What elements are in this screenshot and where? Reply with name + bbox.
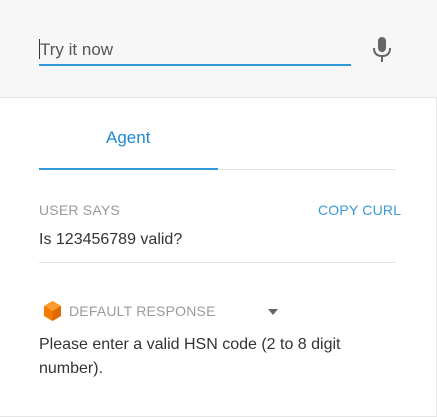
try-it-input[interactable] — [39, 36, 351, 66]
microphone-icon[interactable] — [371, 36, 393, 64]
test-console-panel: Agent USER SAYS COPY CURL Is 123456789 v… — [0, 0, 437, 417]
section-divider — [39, 262, 396, 263]
try-it-bar — [0, 0, 437, 98]
user-query-text: Is 123456789 valid? — [39, 231, 183, 248]
cube-icon — [44, 301, 61, 321]
tab-divider — [218, 169, 396, 170]
caret-down-icon[interactable] — [268, 309, 278, 315]
tab-agent-label: Agent — [106, 128, 151, 147]
copy-curl-link[interactable]: COPY CURL — [318, 202, 401, 218]
tab-agent[interactable]: Agent — [39, 112, 218, 170]
text-cursor — [39, 39, 40, 59]
default-response-label: DEFAULT RESPONSE — [69, 303, 216, 319]
user-says-label: USER SAYS — [39, 202, 120, 218]
response-text: Please enter a valid HSN code (2 to 8 di… — [39, 336, 341, 377]
